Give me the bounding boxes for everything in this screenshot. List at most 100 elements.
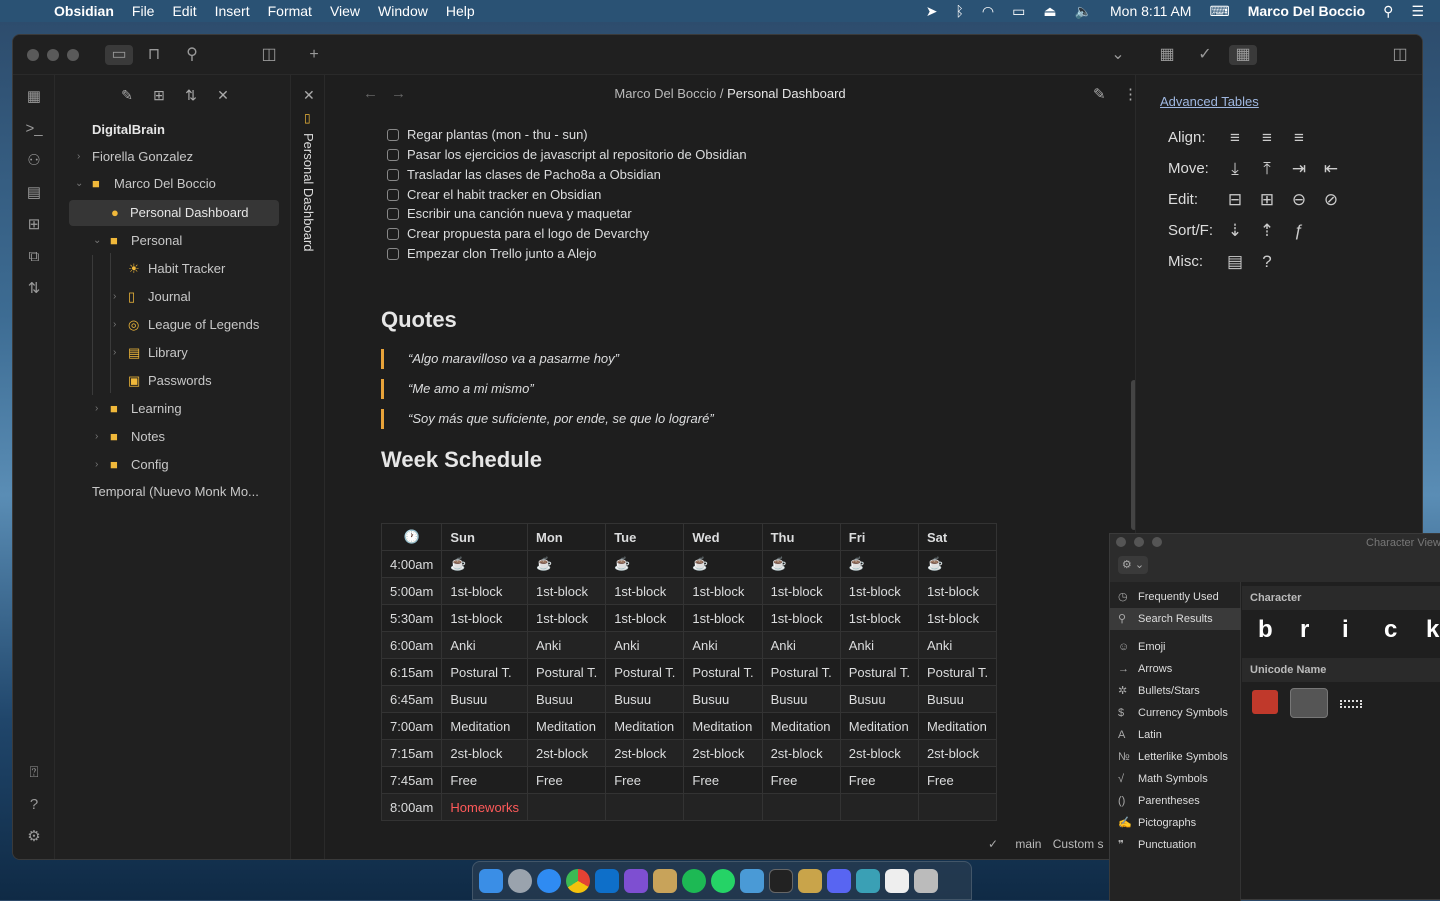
activity-cell[interactable]: ☕	[761, 550, 841, 578]
control-center-icon[interactable]: ☰	[1411, 3, 1424, 20]
toggle-right-sidebar-icon[interactable]: ◫	[1389, 45, 1411, 65]
category-item[interactable]: A Latin	[1110, 724, 1241, 746]
activity-cell[interactable]: 1st-block	[839, 604, 919, 632]
activity-cell[interactable]: Free	[839, 766, 919, 794]
insert-col-icon[interactable]: ⊞	[1256, 189, 1278, 211]
minimize-window-button[interactable]	[47, 49, 59, 61]
activity-cell[interactable]: Busuu	[761, 685, 841, 713]
category-item[interactable]: → Arrows	[1110, 658, 1241, 680]
activity-cell[interactable]: 1st-block	[526, 604, 607, 632]
spotlight-icon[interactable]: ⚲	[1383, 3, 1393, 20]
move-row-down-icon[interactable]: ⤓	[1224, 158, 1246, 180]
tasks-check-icon[interactable]: ✓	[1194, 45, 1216, 65]
git-branch-label[interactable]: main	[1015, 837, 1041, 851]
menu-edit[interactable]: Edit	[172, 3, 196, 19]
obsidian-icon[interactable]	[624, 868, 648, 893]
tree-item-library[interactable]: › ▤ Library	[55, 340, 291, 366]
activity-cell[interactable]: Free	[441, 766, 528, 794]
gear-icon[interactable]: ⚙ ⌄	[1118, 556, 1148, 574]
finder-icon[interactable]	[479, 868, 503, 893]
help-icon[interactable]: ?	[1256, 251, 1278, 273]
time-cell[interactable]: 6:00am	[380, 631, 443, 659]
time-cell[interactable]: 4:00am	[380, 550, 443, 578]
activity-cell[interactable]: 2st-block	[526, 739, 607, 767]
activity-cell[interactable]: Busuu	[917, 685, 998, 713]
menubar-clock[interactable]: Mon 8:11 AM	[1110, 3, 1191, 19]
task-checkbox[interactable]	[387, 149, 399, 161]
activity-cell[interactable]: Postural T.	[441, 658, 528, 686]
activity-cell[interactable]: Busuu	[839, 685, 919, 713]
menu-view[interactable]: View	[330, 3, 360, 19]
activity-cell[interactable]	[526, 793, 607, 821]
csv-icon[interactable]: ▤	[1224, 251, 1246, 273]
activity-cell[interactable]: 1st-block	[441, 604, 528, 632]
move-row-up-icon[interactable]: ⤒	[1256, 158, 1278, 180]
settings-gear-icon[interactable]: ⚙	[24, 827, 44, 847]
activity-cell[interactable]: Busuu	[526, 685, 607, 713]
activity-cell[interactable]: Anki	[683, 631, 763, 659]
character-glyph[interactable]: k	[1426, 616, 1439, 644]
spotify-icon[interactable]	[682, 868, 706, 893]
activity-cell[interactable]: Free	[683, 766, 763, 794]
day-header-cell[interactable]: Wed	[683, 523, 763, 551]
templates-icon[interactable]: ⧉	[24, 247, 44, 267]
notes-app-icon[interactable]	[653, 868, 677, 893]
activity-cell[interactable]: ☕	[441, 550, 528, 578]
advanced-tables-title[interactable]: Advanced Tables	[1160, 94, 1259, 109]
character-glyph[interactable]: r	[1300, 616, 1309, 644]
day-header-cell[interactable]: Thu	[761, 523, 841, 551]
chrome-icon[interactable]	[566, 868, 590, 893]
stacked-tab-title[interactable]: Personal Dashboard	[301, 133, 316, 252]
activity-cell[interactable]: Anki	[526, 631, 607, 659]
activity-cell[interactable]	[917, 793, 998, 821]
graph-view-icon[interactable]: ⚇	[24, 151, 44, 171]
align-left-icon[interactable]: ≡	[1224, 127, 1246, 149]
sort-desc-icon[interactable]: ⇡	[1256, 220, 1278, 242]
breadcrumb-note[interactable]: Personal Dashboard	[727, 86, 846, 101]
activity-cell[interactable]: Postural T.	[526, 658, 607, 686]
character-glyph[interactable]: i	[1342, 616, 1349, 644]
table-icon[interactable]: ▦	[24, 87, 44, 107]
task-checkbox[interactable]	[387, 228, 399, 240]
activity-cell[interactable]: 1st-block	[605, 577, 685, 605]
activity-cell[interactable]: ☕	[683, 550, 763, 578]
align-center-icon[interactable]: ≡	[1256, 127, 1278, 149]
tree-item-notes[interactable]: › ■ Notes	[55, 424, 291, 450]
activity-cell[interactable]: 1st-block	[441, 577, 528, 605]
activity-cell[interactable]: Free	[526, 766, 607, 794]
league-client-icon[interactable]	[798, 868, 822, 893]
activity-cell[interactable]: Meditation	[605, 712, 685, 740]
activity-cell[interactable]: Meditation	[441, 712, 528, 740]
activity-cell[interactable]: Busuu	[605, 685, 685, 713]
safari-icon[interactable]	[537, 868, 561, 893]
brick-emoji-icon[interactable]	[1252, 690, 1278, 714]
eject-icon[interactable]: ⏏	[1043, 3, 1056, 20]
clock-header-cell[interactable]: 🕐	[380, 523, 443, 551]
tree-item-temporal[interactable]: Temporal (Nuevo Monk Mo...	[55, 479, 291, 505]
category-item[interactable]: √ Math Symbols	[1110, 768, 1241, 790]
activity-cell[interactable]: Postural T.	[761, 658, 841, 686]
task-checkbox[interactable]	[387, 208, 399, 220]
activity-cell[interactable]: Postural T.	[683, 658, 763, 686]
tree-item-journal[interactable]: › ▯ Journal	[55, 284, 291, 310]
menu-file[interactable]: File	[132, 3, 155, 19]
activity-cell[interactable]: Postural T.	[605, 658, 685, 686]
category-item[interactable]: ◷ Frequently Used	[1110, 586, 1241, 608]
activity-cell[interactable]: 2st-block	[839, 739, 919, 767]
edit-mode-icon[interactable]: ✎	[1093, 85, 1106, 103]
menu-window[interactable]: Window	[378, 3, 428, 19]
riot-client-icon[interactable]	[856, 868, 880, 893]
search-icon[interactable]: ⚲	[181, 45, 203, 65]
task-checkbox[interactable]	[387, 248, 399, 260]
activity-cell[interactable]	[839, 793, 919, 821]
tree-item-personal[interactable]: ⌄ ■ Personal	[55, 228, 291, 254]
menu-insert[interactable]: Insert	[215, 3, 250, 19]
time-cell[interactable]: 5:00am	[380, 577, 443, 605]
menu-help[interactable]: Help	[446, 3, 475, 19]
new-note-icon[interactable]: ✎	[117, 87, 137, 107]
task-checkbox[interactable]	[387, 169, 399, 181]
sync-check-icon[interactable]: ✓	[988, 837, 998, 851]
activity-cell[interactable]: 1st-block	[917, 604, 998, 632]
activity-cell[interactable]: Meditation	[917, 712, 998, 740]
activity-cell[interactable]: Free	[917, 766, 998, 794]
